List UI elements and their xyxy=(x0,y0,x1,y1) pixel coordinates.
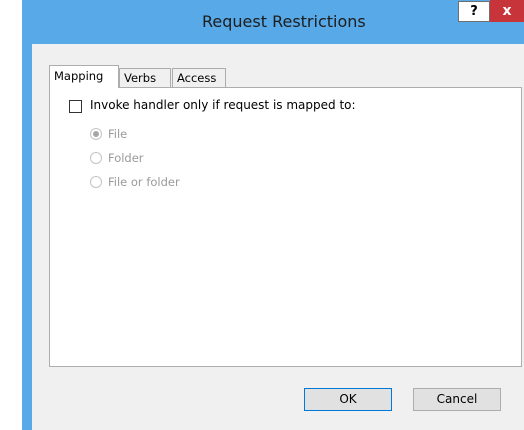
title-bar[interactable]: Request Restrictions ? x xyxy=(22,0,524,44)
dialog-window: Request Restrictions ? x Mapping Verbs A… xyxy=(22,0,524,430)
radio-folder[interactable] xyxy=(90,152,102,164)
ok-button[interactable]: OK xyxy=(304,388,392,411)
invoke-handler-label[interactable]: Invoke handler only if request is mapped… xyxy=(90,98,356,112)
radio-file-label: File xyxy=(108,127,128,141)
tab-verbs[interactable]: Verbs xyxy=(119,68,171,88)
radio-folder-label: Folder xyxy=(108,151,144,165)
tab-access[interactable]: Access xyxy=(172,68,226,88)
radio-file-or-folder[interactable] xyxy=(90,176,102,188)
radio-file-or-folder-label: File or folder xyxy=(108,175,180,189)
cancel-button[interactable]: Cancel xyxy=(413,388,501,411)
mapping-tab-panel: Invoke handler only if request is mapped… xyxy=(49,87,522,367)
dialog-body: Mapping Verbs Access Invoke handler only… xyxy=(32,44,524,430)
tab-mapping[interactable]: Mapping xyxy=(49,65,119,88)
close-button[interactable]: x xyxy=(490,0,524,22)
radio-file[interactable] xyxy=(90,128,102,140)
help-button[interactable]: ? xyxy=(458,1,490,22)
invoke-handler-checkbox[interactable] xyxy=(69,100,82,113)
window-title: Request Restrictions xyxy=(202,12,366,31)
